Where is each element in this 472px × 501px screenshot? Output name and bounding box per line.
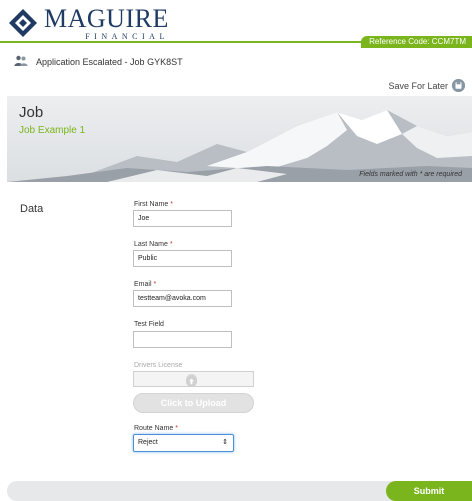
first-name-label: First Name * bbox=[134, 201, 173, 208]
reference-code-badge: Reference Code: CCM7TM bbox=[361, 36, 472, 48]
page-title: Job bbox=[19, 104, 44, 121]
section-title: Data bbox=[20, 203, 44, 215]
route-name-select[interactable]: Reject ⇕ bbox=[133, 434, 234, 452]
brand-subtitle: FINANCIAL bbox=[85, 31, 169, 41]
test-field-label: Test Field bbox=[134, 321, 164, 328]
job-banner: Job Job Example 1 Fields marked with * a… bbox=[7, 96, 472, 182]
last-name-field[interactable]: Public bbox=[133, 250, 232, 267]
drivers-license-label: Drivers License bbox=[134, 362, 183, 369]
status-text: Application Escalated - Job GYK8ST bbox=[36, 57, 183, 67]
drivers-license-dropzone[interactable] bbox=[133, 371, 254, 387]
required-fields-note: Fields marked with * are required bbox=[359, 171, 462, 178]
required-marker: * bbox=[170, 201, 173, 208]
page-subtitle: Job Example 1 bbox=[19, 125, 86, 136]
status-line: Application Escalated - Job GYK8ST bbox=[14, 55, 183, 69]
click-to-upload-button[interactable]: Click to Upload bbox=[133, 393, 254, 413]
email-label-text: Email bbox=[134, 281, 152, 288]
save-icon bbox=[452, 79, 465, 92]
required-marker: * bbox=[175, 425, 178, 432]
save-for-later-label: Save For Later bbox=[388, 80, 448, 91]
submit-button[interactable]: Submit bbox=[386, 481, 472, 501]
first-name-label-text: First Name bbox=[134, 201, 169, 208]
upload-arrow-icon bbox=[186, 374, 197, 387]
mountain-backdrop bbox=[7, 96, 472, 182]
email-field[interactable]: testteam@avoka.com bbox=[133, 290, 232, 307]
route-name-value: Reject bbox=[138, 439, 158, 446]
test-field-input[interactable] bbox=[133, 331, 232, 348]
brand-name: MAGUIRE bbox=[44, 3, 169, 33]
first-name-field[interactable]: Joe bbox=[133, 210, 232, 227]
required-marker: * bbox=[169, 241, 173, 248]
last-name-label: Last Name * bbox=[134, 241, 173, 248]
diamond-logo-icon bbox=[8, 8, 38, 38]
people-icon bbox=[14, 55, 28, 69]
maguire-logo: MAGUIRE FINANCIAL bbox=[8, 3, 169, 41]
required-marker: * bbox=[153, 281, 157, 288]
last-name-label-text: Last Name bbox=[134, 241, 168, 248]
select-arrows-icon: ⇕ bbox=[222, 439, 228, 446]
save-for-later-button[interactable]: Save For Later bbox=[388, 79, 465, 92]
route-name-label: Route Name * bbox=[134, 425, 178, 432]
route-name-label-text: Route Name bbox=[134, 425, 174, 432]
email-label: Email * bbox=[134, 281, 156, 288]
